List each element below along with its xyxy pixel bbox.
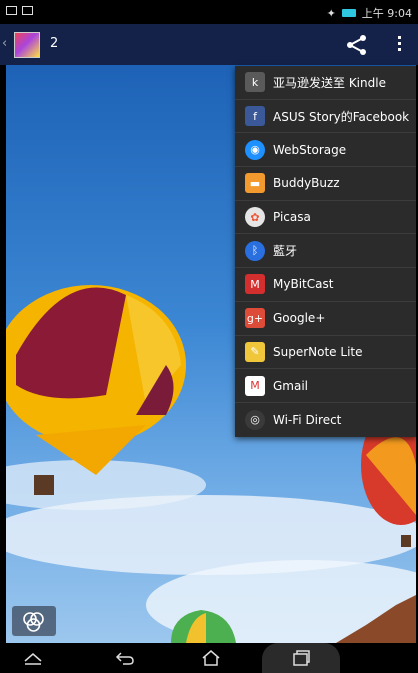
status-bar: ✦ 上午 9:04 xyxy=(0,0,418,24)
facebook-icon: f xyxy=(245,106,265,127)
share-menu-item[interactable]: ✎ SuperNote Lite xyxy=(235,336,416,370)
mybitcast-icon: M xyxy=(245,274,265,295)
share-menu-item[interactable]: ✿ Picasa xyxy=(235,201,416,235)
wifi-direct-icon: ◎ xyxy=(245,409,265,430)
recent-apps-icon[interactable] xyxy=(262,643,340,673)
picasa-icon: ✿ xyxy=(245,207,265,228)
status-indicators: ✦ 上午 9:04 xyxy=(327,5,412,21)
share-menu-item-label: SuperNote Lite xyxy=(273,344,363,359)
system-nav-bar xyxy=(0,643,418,673)
webstorage-icon: ◉ xyxy=(245,139,265,160)
share-menu-item-label: ASUS Story的Facebook xyxy=(273,109,410,124)
supernote-icon: ✎ xyxy=(245,341,265,362)
notification-icons xyxy=(6,6,33,15)
share-menu-item-label: Picasa xyxy=(273,210,311,225)
share-menu-item[interactable]: k 亚马逊发送至 Kindle xyxy=(235,66,416,100)
signal-icon: ✦ xyxy=(326,6,336,20)
filter-effects-button[interactable] xyxy=(12,606,56,636)
album-thumbnail[interactable] xyxy=(14,32,40,58)
battery-icon xyxy=(341,9,356,17)
hide-nav-icon[interactable] xyxy=(18,643,48,673)
share-menu-item[interactable]: ◉ WebStorage xyxy=(235,133,416,168)
share-menu-item-label: 亚马逊发送至 Kindle xyxy=(273,75,386,90)
status-time: 上午 9:04 xyxy=(361,7,412,20)
share-menu-item-label: MyBitCast xyxy=(273,277,334,292)
action-bar: ‹ 2 xyxy=(0,24,418,65)
buddybuzz-icon: ▬ xyxy=(245,173,265,194)
home-icon[interactable] xyxy=(196,643,226,673)
screenshot-notification-icon xyxy=(6,6,17,15)
share-menu-item[interactable]: ᛒ 藍牙 xyxy=(235,234,416,269)
share-menu-item[interactable]: M Gmail xyxy=(235,369,416,403)
photo-count: 2 xyxy=(50,36,59,51)
share-menu-item-label: BuddyBuzz xyxy=(273,176,340,191)
share-menu: k 亚马逊发送至 Kindle f ASUS Story的Facebook ◉ WebSt… xyxy=(235,66,416,437)
kindle-icon: k xyxy=(245,72,265,93)
share-menu-item[interactable]: ▬ BuddyBuzz xyxy=(235,167,416,201)
share-menu-item[interactable]: ◎ Wi-Fi Direct xyxy=(235,403,416,437)
bluetooth-icon: ᛒ xyxy=(245,240,265,261)
share-menu-item-label: 藍牙 xyxy=(273,244,298,259)
share-menu-item[interactable]: g+ Google+ xyxy=(235,302,416,336)
share-menu-item-label: Gmail xyxy=(273,378,309,393)
overflow-menu-icon[interactable] xyxy=(393,36,405,56)
share-menu-item[interactable]: f ASUS Story的Facebook xyxy=(235,100,416,134)
google-plus-icon: g+ xyxy=(245,308,265,329)
back-caret-icon[interactable]: ‹ xyxy=(2,36,7,51)
share-menu-item[interactable]: M MyBitCast xyxy=(235,268,416,302)
share-menu-item-label: WebStorage xyxy=(273,142,347,157)
filter-icon xyxy=(23,612,44,632)
gmail-icon: M xyxy=(245,375,265,396)
share-menu-item-label: Wi-Fi Direct xyxy=(273,412,342,427)
gallery-notification-icon xyxy=(22,6,33,15)
share-menu-item-label: Google+ xyxy=(273,311,326,326)
share-icon[interactable] xyxy=(345,34,369,56)
back-icon[interactable] xyxy=(110,643,140,673)
